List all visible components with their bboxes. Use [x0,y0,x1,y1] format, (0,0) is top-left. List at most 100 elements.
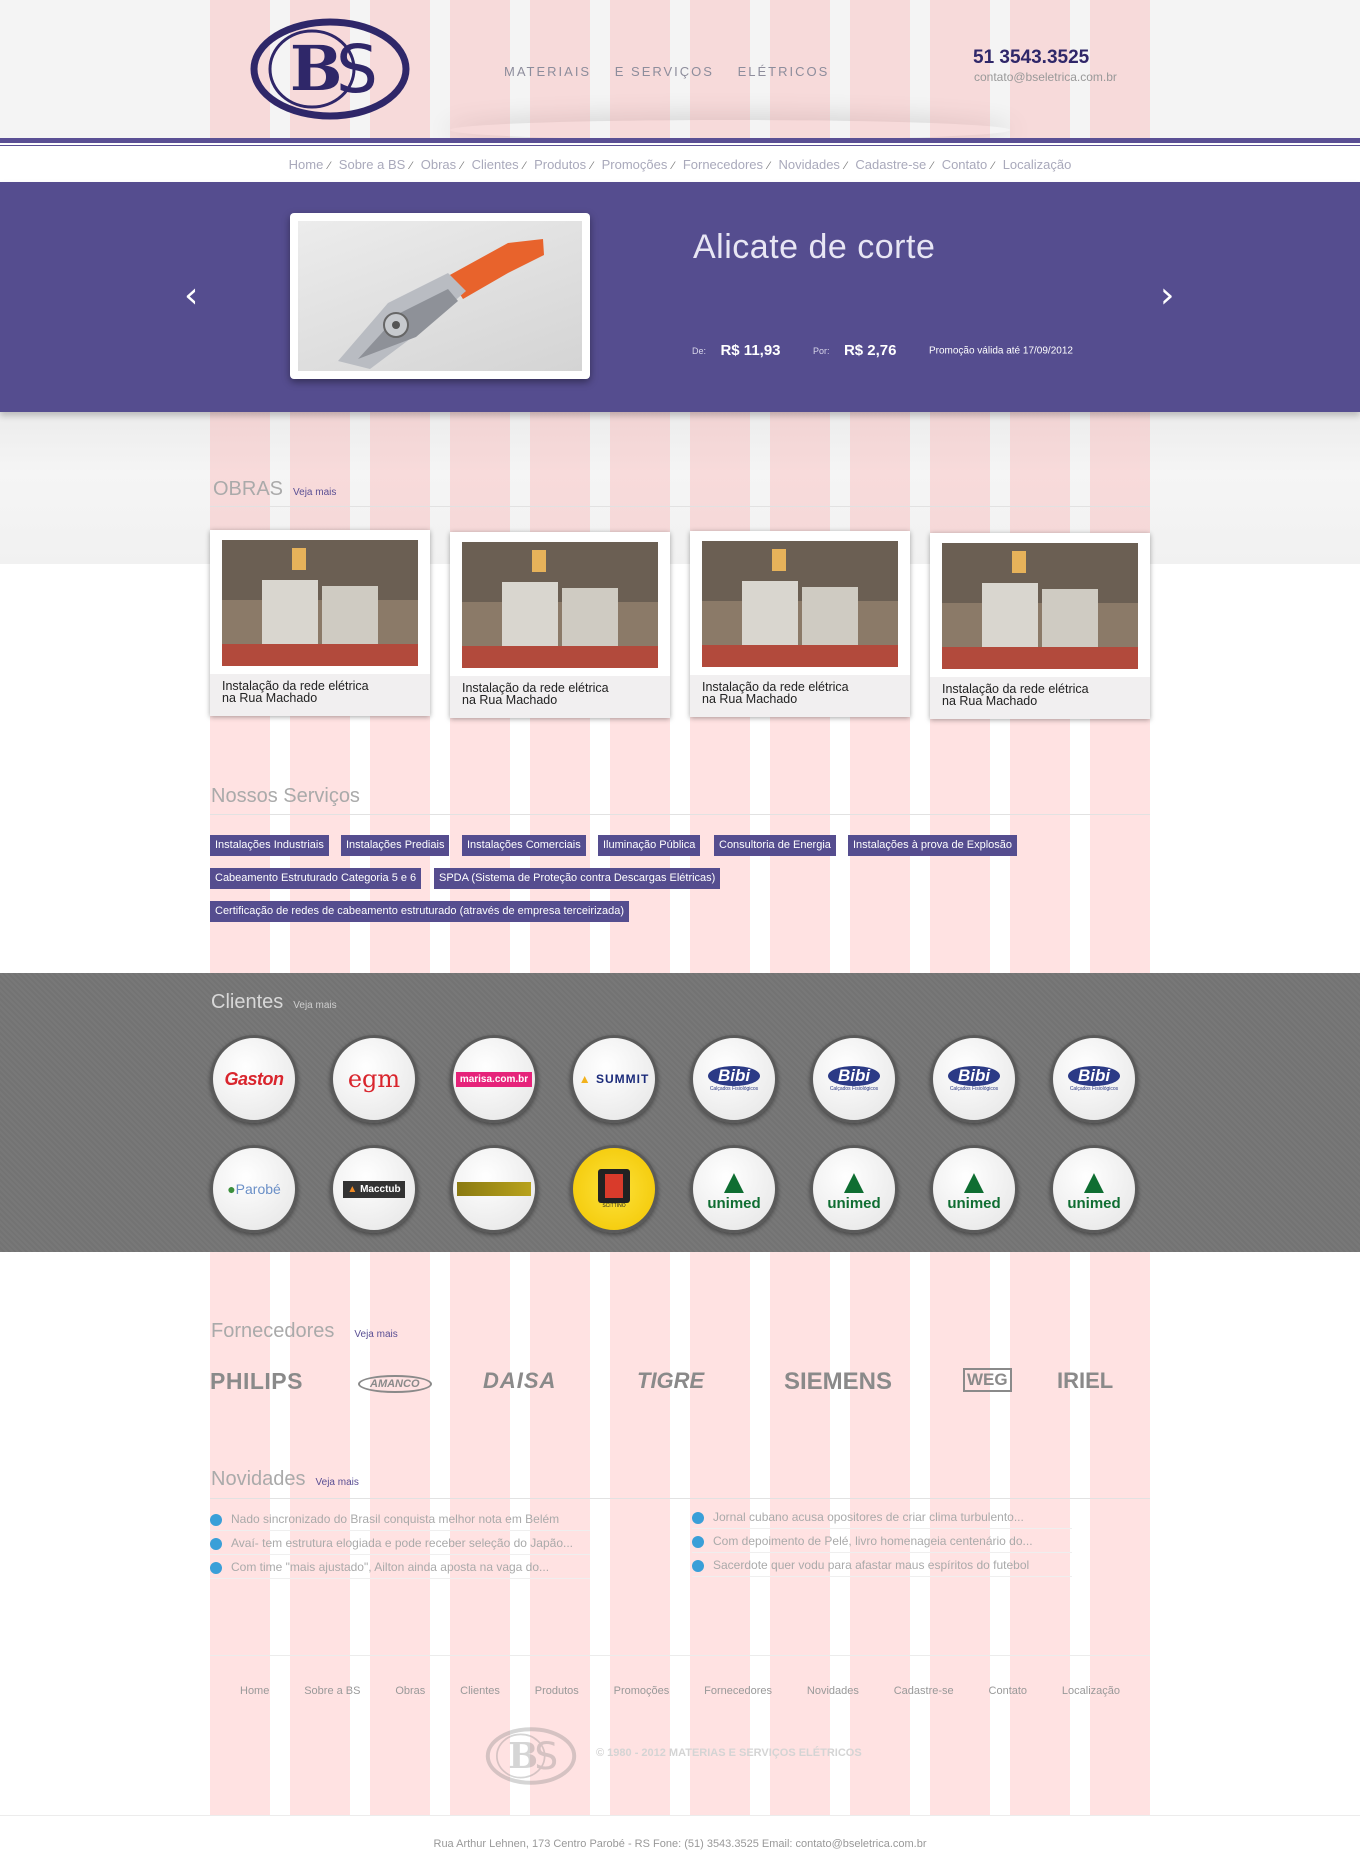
supplier-logo-weg[interactable]: WEG [963,1368,1012,1392]
promo-image-card[interactable] [290,213,590,379]
supplier-logo-amanco[interactable]: AMANCO [358,1375,432,1393]
client-logo-bibi[interactable]: Bibi Calçados Fisiológicos [810,1035,898,1123]
footer-link-novidades[interactable]: Novidades [807,1685,859,1697]
supplier-logo-iriel[interactable]: IRIEL [1057,1368,1113,1394]
nav-item-sobre[interactable]: Sobre a BS [339,157,406,172]
supplier-logo-siemens[interactable]: SIEMENS [784,1368,892,1396]
footer-link-localizacao[interactable]: Localização [1062,1685,1120,1697]
client-logo-subtitle: Calçados Fisiológicos [709,1086,759,1092]
fornecedores-more-link[interactable]: Veja mais [354,1329,397,1340]
nav-separator: ⁄ [328,160,331,172]
news-item[interactable]: Avaí- tem estrutura elogiada e pode rece… [210,1536,590,1560]
nav-item-promocoes[interactable]: Promoções [602,157,668,172]
nav-separator: ⁄ [672,160,675,172]
novidades-more-link[interactable]: Veja mais [316,1477,359,1488]
client-logo-bibi[interactable]: Bibi Calçados Fisiológicos [690,1035,778,1123]
chevron-right-icon[interactable]: › [1160,278,1174,314]
client-logo-text: Macctub [360,1183,401,1195]
obra-card[interactable]: Instalação da rede elétrica na Rua Machad… [690,531,910,717]
client-logo-olive[interactable] [450,1145,538,1233]
nav-item-cadastre[interactable]: Cadastre-se [855,157,926,172]
chevron-left-icon[interactable]: ‹ [184,278,198,314]
footer-link-contato[interactable]: Contato [989,1685,1028,1697]
nav-separator: ⁄ [591,160,593,172]
footer-bs-logo: B S [485,1727,577,1785]
client-logo-bibi[interactable]: Bibi Calçados Fisiológicos [1050,1035,1138,1123]
obra-card[interactable]: Instalação da rede elétrica na Rua Machad… [930,533,1150,719]
client-logo-unimed[interactable]: ▲ unimed [690,1145,778,1233]
client-logo-unimed[interactable]: ▲ unimed [1050,1145,1138,1233]
tree-icon: ▲ [837,1163,871,1201]
service-tag[interactable]: Instalações Industriais [210,835,329,856]
client-logo-gaston[interactable]: Gaston [210,1035,298,1123]
clientes-more-link[interactable]: Veja mais [293,1000,336,1011]
promo-title: Alicate de corte [693,228,936,266]
client-logo-text: Bibi [947,1066,1001,1086]
news-item[interactable]: Nado sincronizado do Brasil conquista me… [210,1512,590,1536]
bs-logo[interactable]: B S [250,18,410,120]
nav-item-produtos[interactable]: Produtos [534,157,586,172]
supplier-logo-tigre[interactable]: TIGRE [637,1368,704,1394]
news-item[interactable]: Sacerdote quer vodu para afastar maus es… [692,1558,1072,1582]
client-logo-text: SUMMIT [595,1072,650,1086]
obras-more-link[interactable]: Veja mais [293,487,336,498]
nav-item-contato[interactable]: Contato [942,157,988,172]
footer-link-obras[interactable]: Obras [395,1685,425,1697]
nav-item-localizacao[interactable]: Localização [1003,157,1072,172]
footer-link-cadastre[interactable]: Cadastre-se [894,1685,954,1697]
footer-link-promocoes[interactable]: Promoções [614,1685,670,1697]
servicos-divider [210,814,1150,815]
price-to: R$ 2,76 [843,342,897,360]
nav-item-clientes[interactable]: Clientes [472,157,519,172]
footer-link-fornecedores[interactable]: Fornecedores [704,1685,772,1697]
nav-item-obras[interactable]: Obras [421,157,456,172]
footer-link-clientes[interactable]: Clientes [460,1685,500,1697]
globe-icon: ● [227,1181,236,1197]
service-tag[interactable]: Cabeamento Estruturado Categoria 5 e 6 [210,868,422,889]
client-logo-summit[interactable]: ▲ SUMMIT [570,1035,658,1123]
footer-nav: Home Sobre a BS Obras Clientes Produtos … [210,1685,1150,1697]
email-link[interactable]: contato@bseletrica.com.br [974,70,1117,84]
nav-menu: Home ⁄ Sobre a BS ⁄ Obras ⁄ Clientes ⁄ Produ… [0,157,1360,172]
service-tag[interactable]: Instalações Prediais [341,835,450,856]
news-headline: Com time "mais ajustado", Ailton ainda a… [231,1560,550,1574]
client-logo-text: unimed [707,1195,761,1212]
client-logo-unimed[interactable]: ▲ unimed [810,1145,898,1233]
address-text: Rua Arthur Lehnen, 173 Centro Parobé - R… [433,1838,927,1850]
news-headline: Jornal cubano acusa opositores de criar … [713,1510,1024,1524]
client-logo-text: Bibi [1067,1066,1121,1086]
footer-link-sobre[interactable]: Sobre a BS [304,1685,360,1697]
obra-photo [462,542,658,668]
obra-card[interactable]: Instalação da rede elétrica na Rua Machad… [450,532,670,718]
news-item[interactable]: Com time "mais ajustado", Ailton ainda a… [210,1560,590,1584]
footer-link-home[interactable]: Home [240,1685,269,1697]
client-logo-macctub[interactable]: ▲ Macctub [330,1145,418,1233]
news-item[interactable]: Jornal cubano acusa opositores de criar … [692,1510,1072,1534]
client-logo-unimed[interactable]: ▲ unimed [930,1145,1018,1233]
service-tag[interactable]: Iluminação Pública [598,835,701,856]
service-tag[interactable]: Instalações Comerciais [462,835,586,856]
footer-link-produtos[interactable]: Produtos [535,1685,579,1697]
service-tag[interactable]: Certificação de redes de cabeamento estr… [210,901,630,922]
client-logo-text: unimed [827,1195,881,1212]
client-logo-subtitle: Calçados Fisiológicos [829,1086,879,1092]
service-tag[interactable]: SPDA (Sistema de Proteção contra Descarg… [434,868,721,889]
nav-item-novidades[interactable]: Novidades [779,157,840,172]
nav-item-fornecedores[interactable]: Fornecedores [683,157,763,172]
client-logo-scittino[interactable]: SCITTINO [570,1145,658,1233]
client-logo-marisa[interactable]: marisa.com.br [450,1035,538,1123]
supplier-logo-philips[interactable]: PHILIPS [210,1368,303,1395]
obras-divider [210,506,1150,507]
client-logo-egm[interactable]: egm [330,1035,418,1123]
service-tag[interactable]: Instalações à prova de Explosão [848,835,1017,856]
supplier-logo-daisa[interactable]: DAISA [483,1368,556,1394]
client-logo-bibi[interactable]: Bibi Calçados Fisiológicos [930,1035,1018,1123]
obra-card[interactable]: Instalação da rede elétrica na Rua Machad… [210,530,430,716]
promo-prices: De: R$ 11,93 Por: R$ 2,76 Promoção válid… [692,342,1073,360]
obra-photo [942,543,1138,669]
nav-item-home[interactable]: Home [289,157,324,172]
news-item[interactable]: Com depoimento de Pelé, livro homenageia… [692,1534,1072,1558]
service-tag[interactable]: Consultoria de Energia [714,835,836,856]
client-logo-text: Gaston [224,1068,284,1089]
client-logo-parobe[interactable]: ●Parobé [210,1145,298,1233]
